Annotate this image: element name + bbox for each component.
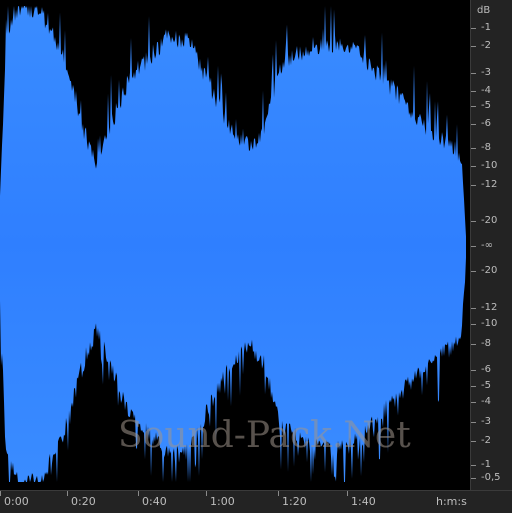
db-unit-label: dB (477, 5, 491, 16)
db-scale-tick (471, 106, 476, 107)
db-scale-label: -12 (481, 179, 498, 190)
db-scale-tick (471, 271, 476, 272)
db-scale-ruler: dB -1 -2 -3 -4 -5 -6 -8 -10 -12 -20 -∞ -20 -12 -10 -8 -… (470, 0, 512, 490)
db-scale-tick (471, 91, 476, 92)
waveform-path (0, 6, 466, 482)
db-scale-label: -5 (481, 100, 491, 111)
time-scale-label: 1:20 (282, 495, 307, 508)
time-unit-label: h:m:s (436, 495, 467, 508)
db-scale-tick (471, 370, 476, 371)
db-scale-label: -12 (481, 302, 498, 313)
db-scale-tick (471, 246, 476, 247)
db-scale-label: -20 (481, 265, 498, 276)
time-scale-label: 1:00 (210, 495, 235, 508)
db-scale-label: -8 (481, 142, 491, 153)
db-scale-tick (471, 344, 476, 345)
audio-editor-frame: dB -1 -2 -3 -4 -5 -6 -8 -10 -12 -20 -∞ -20 -12 -10 -8 -… (0, 0, 512, 513)
time-scale-label: 1:40 (351, 495, 376, 508)
db-scale-label: -2 (481, 40, 491, 51)
db-scale-tick (471, 73, 476, 74)
time-scale-ruler: h:m:s 0:00 0:20 0:40 1:00 1:20 1:40 (0, 490, 512, 513)
db-scale-label: -4 (481, 396, 491, 407)
time-scale-tick (67, 491, 68, 496)
db-scale-tick (471, 28, 476, 29)
db-scale-tick (471, 478, 476, 479)
db-scale-label: -6 (481, 364, 491, 375)
db-scale-label: -3 (481, 67, 491, 78)
db-scale-tick (471, 465, 476, 466)
time-scale-tick (278, 491, 279, 496)
db-scale-tick (471, 308, 476, 309)
db-scale-tick (471, 166, 476, 167)
db-scale-label: -10 (481, 160, 498, 171)
time-scale-label: 0:00 (4, 495, 29, 508)
time-scale-label: 0:40 (142, 495, 167, 508)
db-scale-label: -3 (481, 416, 491, 427)
db-scale-tick (471, 221, 476, 222)
db-scale-tick (471, 46, 476, 47)
db-scale-label: -10 (481, 318, 498, 329)
db-scale-label: -1 (481, 459, 491, 470)
db-scale-label: -8 (481, 338, 491, 349)
db-scale-label: -2 (481, 435, 491, 446)
db-scale-label: -0,5 (481, 472, 501, 483)
time-scale-label: 0:20 (71, 495, 96, 508)
db-scale-tick (471, 386, 476, 387)
db-scale-tick (471, 441, 476, 442)
db-scale-label: -20 (481, 215, 498, 226)
time-scale-tick (347, 491, 348, 496)
db-scale-label: -4 (481, 85, 491, 96)
db-scale-tick (471, 324, 476, 325)
time-scale-tick (206, 491, 207, 496)
watermark-text: Sound-Pack.Net (118, 415, 411, 456)
db-scale-label: -5 (481, 380, 491, 391)
db-scale-tick (471, 185, 476, 186)
time-scale-tick (0, 491, 1, 496)
db-scale-label: -6 (481, 118, 491, 129)
db-scale-tick (471, 124, 476, 125)
db-scale-tick (471, 148, 476, 149)
db-scale-tick (471, 402, 476, 403)
db-scale-label: -∞ (481, 240, 493, 251)
db-scale-label: -1 (481, 22, 491, 33)
db-scale-tick (471, 422, 476, 423)
time-scale-tick (138, 491, 139, 496)
